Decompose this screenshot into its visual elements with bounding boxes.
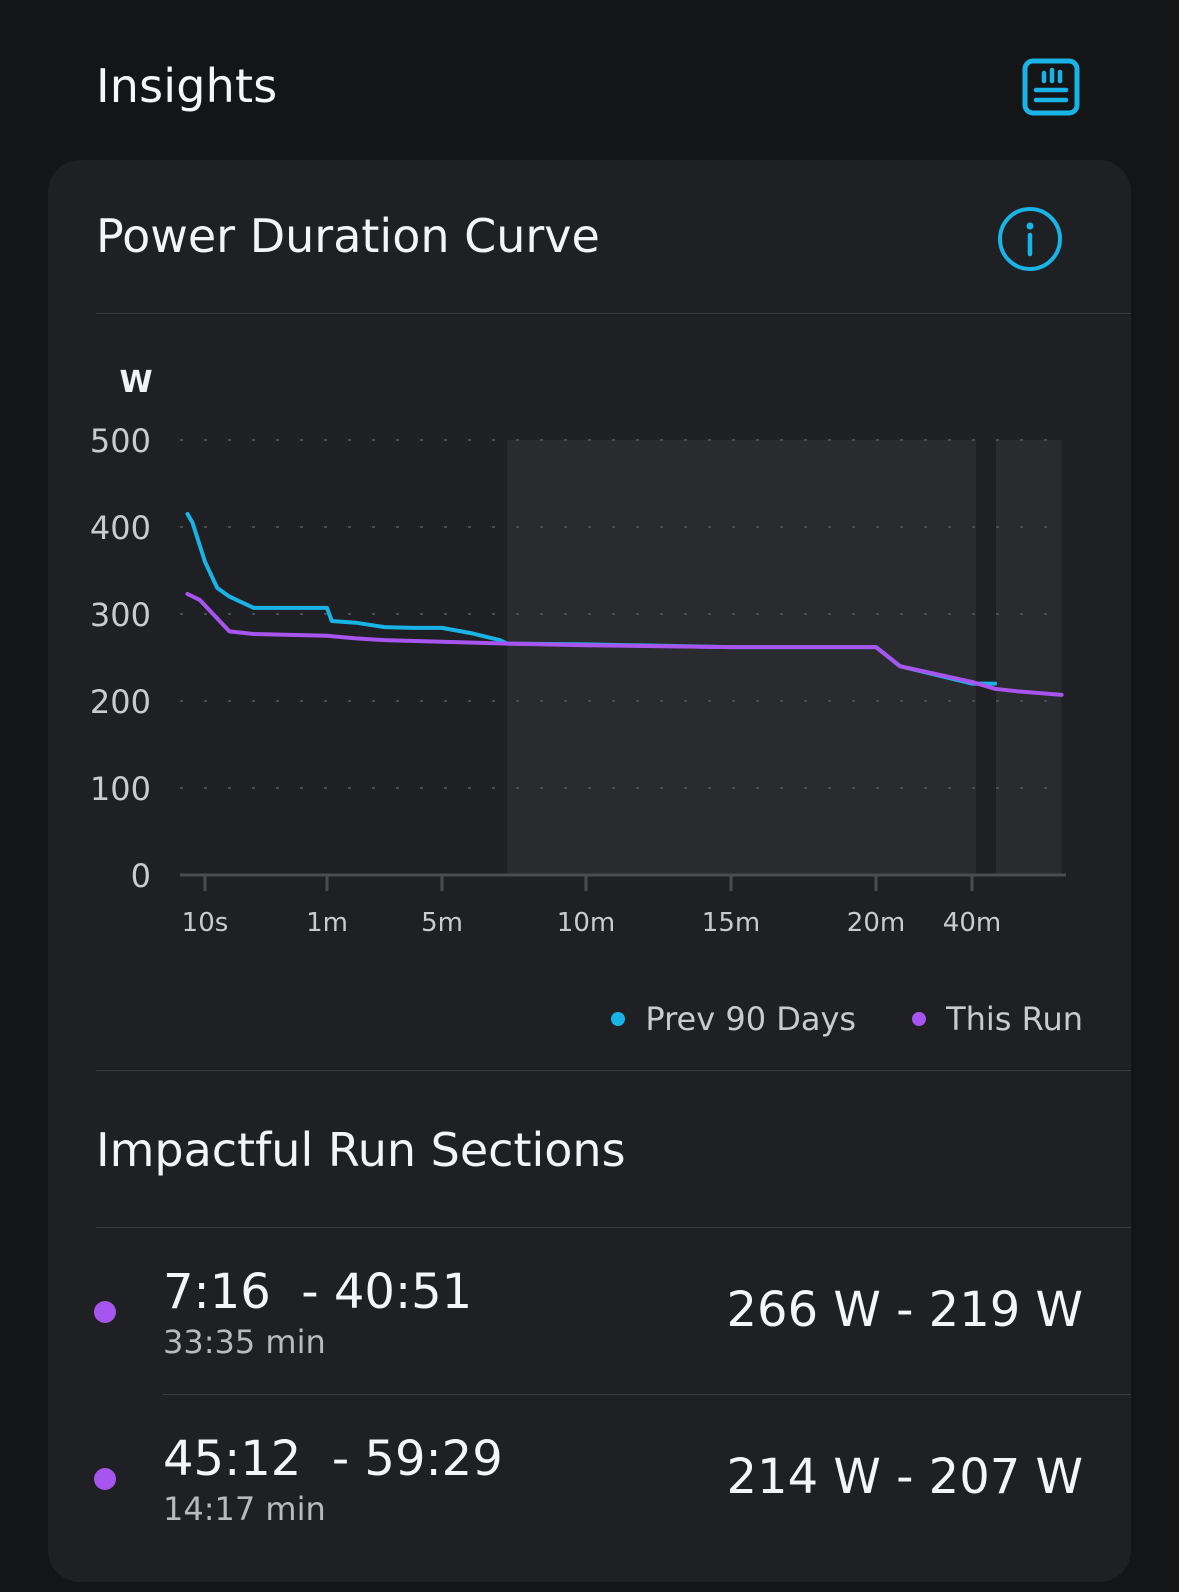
chart-legend: Prev 90 Days This Run: [611, 1000, 1083, 1038]
y-tick-label: 0: [131, 857, 151, 895]
legend-label: This Run: [946, 1000, 1083, 1038]
section-time-range: 7:16 - 40:51: [163, 1264, 473, 1320]
x-tick-label: 1m: [306, 908, 348, 938]
section-duration: 33:35 min: [163, 1323, 326, 1361]
x-tick-label: 10s: [182, 908, 229, 938]
run-section-item[interactable]: 45:12 - 59:29 14:17 min 214 W - 207 W: [48, 1395, 1131, 1563]
section-power-range: 266 W - 219 W: [726, 1282, 1083, 1338]
x-tick-label: 20m: [847, 908, 905, 938]
y-tick-label: 300: [90, 596, 151, 634]
legend-item-this-run[interactable]: This Run: [912, 1000, 1083, 1038]
report-button[interactable]: [1022, 58, 1080, 116]
top-bar: Insights: [0, 0, 1179, 160]
y-axis-label: W: [119, 365, 152, 400]
y-tick-label: 200: [90, 683, 151, 721]
insights-screen: Insights Power Duration Curve 500 400 300 2…: [0, 0, 1179, 1592]
divider: [96, 1070, 1131, 1071]
x-tick-label: 5m: [421, 908, 463, 938]
x-tick-label: 40m: [943, 908, 1001, 938]
section-duration: 14:17 min: [163, 1490, 326, 1528]
power-duration-chart[interactable]: 500 400 300 200 100 0 W 10s 1m 5m 10m 15m 20m 40m: [48, 320, 1131, 938]
legend-dot: [912, 1012, 927, 1026]
section-power-range: 214 W - 207 W: [726, 1449, 1083, 1505]
report-list-icon: [1022, 58, 1080, 116]
x-tick-label: 10m: [557, 908, 615, 938]
card-title: Power Duration Curve: [96, 209, 600, 263]
legend-label: Prev 90 Days: [645, 1000, 857, 1038]
y-tick-label: 400: [90, 509, 151, 547]
chart-canvas[interactable]: 500 400 300 200 100 0 W 10s 1m 5m 10m 15m 20m 40m: [48, 320, 1131, 1020]
section-time-range: 45:12 - 59:29: [163, 1431, 503, 1487]
divider: [96, 313, 1131, 314]
power-duration-card: Power Duration Curve 500 400 300 200 100 0 W 10…: [48, 160, 1131, 1582]
run-section-item[interactable]: 7:16 - 40:51 33:35 min 266 W - 219 W: [48, 1228, 1131, 1396]
legend-dot: [611, 1012, 626, 1026]
highlighted-range-band[interactable]: [507, 440, 976, 875]
section-dot: [94, 1301, 116, 1323]
y-tick-label: 500: [90, 422, 151, 460]
page-title: Insights: [96, 59, 278, 113]
section-title: Impactful Run Sections: [96, 1123, 626, 1177]
section-dot: [94, 1468, 116, 1490]
y-tick-label: 100: [90, 770, 151, 808]
info-icon: [998, 207, 1062, 271]
legend-item-prev-90-days[interactable]: Prev 90 Days: [611, 1000, 856, 1038]
highlighted-range-band[interactable]: [995, 440, 1062, 875]
x-tick-label: 15m: [702, 908, 760, 938]
info-button[interactable]: [997, 206, 1063, 272]
